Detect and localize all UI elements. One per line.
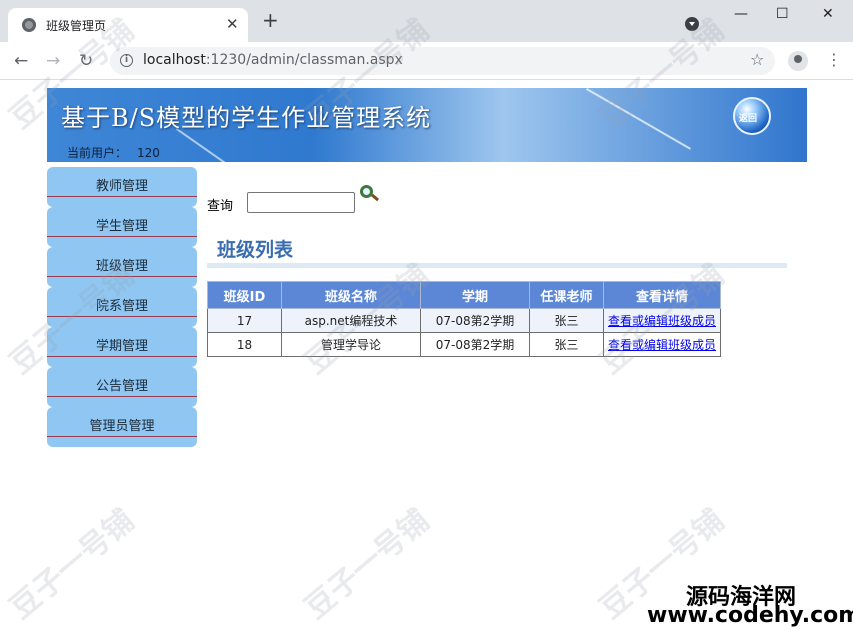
reload-icon[interactable]: ↻ — [79, 51, 93, 71]
site-banner: 基于B/S模型的学生作业管理系统 当前用户： 120 返回 — [47, 88, 807, 162]
column-header: 任课老师 — [529, 281, 604, 309]
cell-detail: 查看或编辑班级成员 — [603, 308, 721, 333]
profile-avatar[interactable] — [788, 51, 808, 71]
watermark: 豆子一号铺 — [298, 503, 436, 627]
sidebar-item-announcements[interactable]: 公告管理 — [47, 367, 197, 407]
cell-teacher: 张三 — [529, 308, 604, 333]
minimize-button[interactable]: — — [734, 6, 748, 22]
sidebar-item-label: 学生管理 — [95, 219, 148, 234]
system-title: 基于B/S模型的学生作业管理系统 — [61, 104, 432, 132]
class-table: 班级ID 班级名称 学期 任课老师 查看详情 17 asp.net编程技术 07… — [207, 281, 721, 357]
menu-icon[interactable]: ⋮ — [826, 50, 842, 69]
globe-icon — [22, 18, 36, 32]
url-text[interactable]: localhost:1230/admin/classman.aspx — [143, 52, 403, 68]
current-user-value: 120 — [137, 146, 160, 160]
column-header: 班级ID — [207, 281, 282, 309]
table-header-row: 班级ID 班级名称 学期 任课老师 查看详情 — [207, 281, 721, 309]
logo-icon[interactable]: 返回 — [733, 97, 771, 135]
banner-decoration — [586, 88, 691, 150]
sidebar-item-admins[interactable]: 管理员管理 — [47, 407, 197, 447]
view-members-link[interactable]: 查看或编辑班级成员 — [608, 338, 716, 352]
window-close-button[interactable]: ✕ — [822, 6, 834, 22]
new-tab-button[interactable]: + — [262, 10, 279, 30]
watermark: 豆子一号铺 — [3, 503, 141, 627]
table-row: 17 asp.net编程技术 07-08第2学期 张三 查看或编辑班级成员 — [207, 308, 721, 333]
cell-class-name: asp.net编程技术 — [281, 308, 421, 333]
sidebar-item-terms[interactable]: 学期管理 — [47, 327, 197, 367]
sidebar-item-teachers[interactable]: 教师管理 — [47, 167, 197, 207]
column-header: 学期 — [420, 281, 530, 309]
logo-text: 返回 — [739, 114, 758, 124]
sidebar-item-label: 教师管理 — [95, 179, 148, 194]
sidebar-item-label: 管理员管理 — [89, 419, 155, 434]
search-input[interactable] — [247, 192, 355, 213]
cell-class-name: 管理学导论 — [281, 332, 421, 357]
title-divider — [207, 263, 787, 268]
sidebar-item-label: 院系管理 — [95, 299, 148, 314]
sidebar-item-classes[interactable]: 班级管理 — [47, 247, 197, 287]
cell-teacher: 张三 — [529, 332, 604, 357]
sidebar-item-label: 公告管理 — [95, 379, 148, 394]
current-user-label: 当前用户： — [67, 146, 128, 160]
column-header: 班级名称 — [281, 281, 421, 309]
back-icon[interactable]: ← — [14, 51, 28, 71]
sidebar-item-label: 学期管理 — [95, 339, 148, 354]
tab-search-icon[interactable] — [685, 17, 699, 31]
sidebar-item-students[interactable]: 学生管理 — [47, 207, 197, 247]
current-user: 当前用户： 120 — [67, 144, 160, 161]
sidebar-item-label: 班级管理 — [95, 259, 148, 274]
column-header: 查看详情 — [603, 281, 721, 309]
search-button[interactable] — [357, 183, 381, 205]
search-icon-handle — [370, 193, 380, 202]
browser-toolbar: ← → ↻ i localhost:1230/admin/classman.as… — [0, 42, 853, 80]
cell-detail: 查看或编辑班级成员 — [603, 332, 721, 357]
maximize-button[interactable]: ☐ — [776, 6, 789, 22]
brand-url: www.codehy.com — [647, 603, 853, 628]
star-icon[interactable]: ☆ — [750, 50, 764, 69]
tab-title: 班级管理页 — [46, 19, 107, 33]
close-icon[interactable]: ✕ — [226, 15, 239, 33]
cell-term: 07-08第2学期 — [420, 308, 530, 333]
sidebar-item-departments[interactable]: 院系管理 — [47, 287, 197, 327]
view-members-link[interactable]: 查看或编辑班级成员 — [608, 314, 716, 328]
forward-icon[interactable]: → — [46, 51, 60, 71]
info-icon[interactable]: i — [120, 54, 133, 67]
search-label: 查询 — [207, 199, 234, 214]
table-row: 18 管理学导论 07-08第2学期 张三 查看或编辑班级成员 — [207, 332, 721, 357]
banner-decoration — [175, 128, 276, 162]
browser-tabstrip: 班级管理页 ✕ + — ☐ ✕ — [0, 0, 853, 42]
address-bar[interactable]: i localhost:1230/admin/classman.aspx ☆ — [110, 47, 775, 75]
sidebar-menu: 教师管理 学生管理 班级管理 院系管理 学期管理 公告管理 管理员管理 — [47, 167, 197, 447]
cell-class-id: 17 — [207, 308, 282, 333]
page-title: 班级列表 — [217, 239, 294, 261]
cell-term: 07-08第2学期 — [420, 332, 530, 357]
browser-tab[interactable]: 班级管理页 ✕ — [8, 8, 248, 42]
cell-class-id: 18 — [207, 332, 282, 357]
